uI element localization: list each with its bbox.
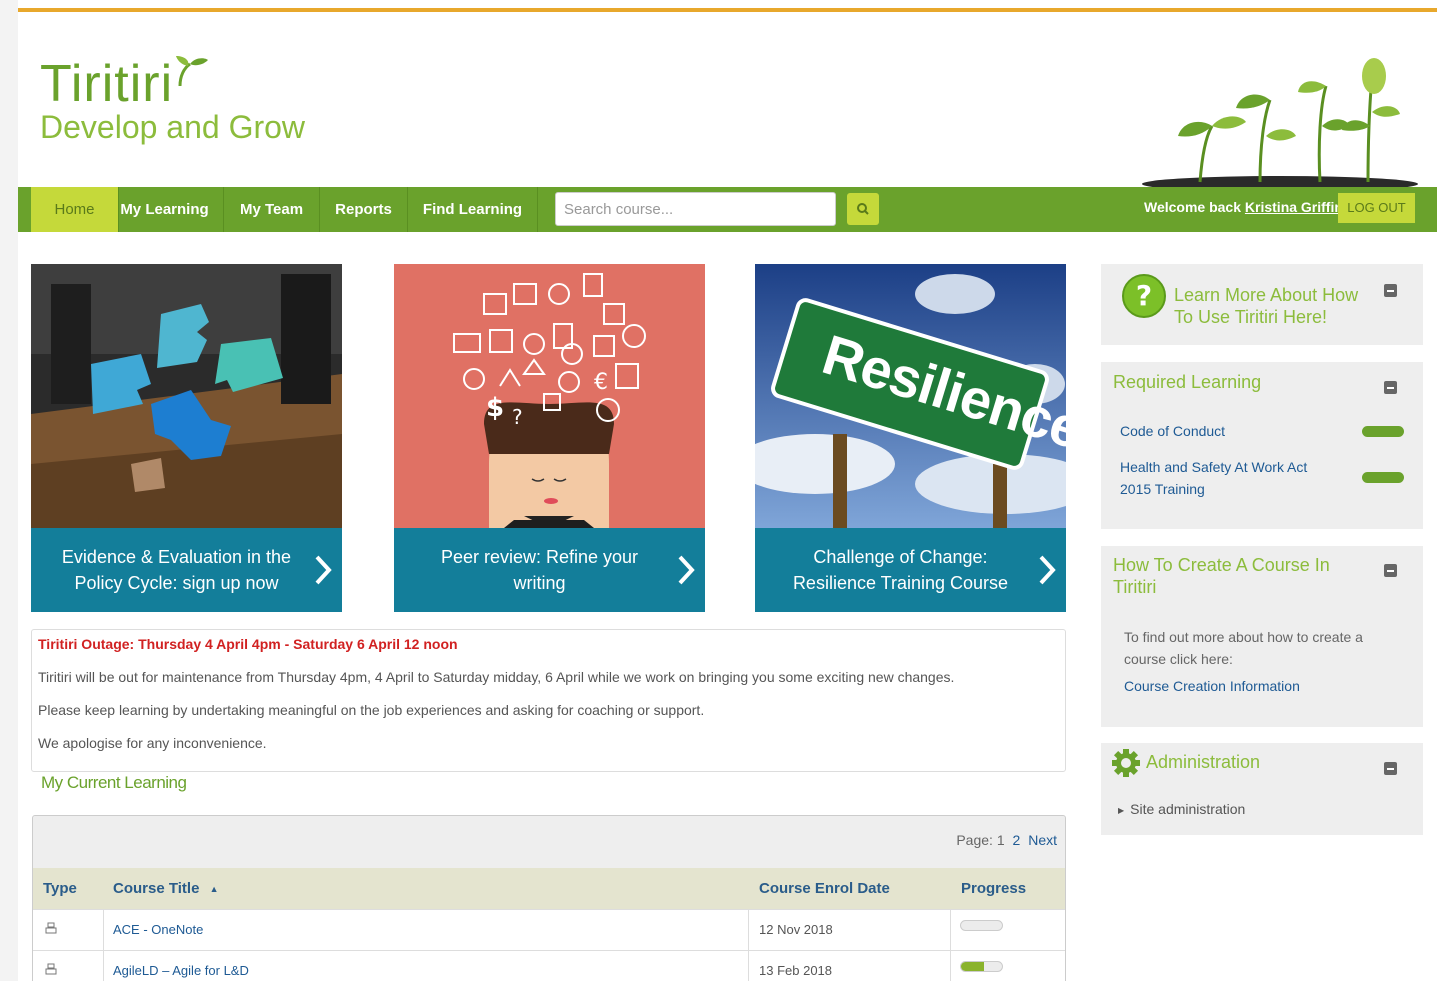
progress-bar — [960, 961, 1003, 972]
notice-line: We apologise for any inconvenience. — [38, 735, 267, 751]
site-administration-item[interactable]: ▶ Site administration — [1118, 801, 1245, 817]
block-title: Required Learning — [1113, 372, 1262, 392]
welcome-prefix: Welcome back — [1144, 199, 1242, 215]
completion-bar — [1362, 426, 1404, 437]
search-button[interactable] — [847, 193, 879, 225]
tile-caption[interactable]: Peer review: Refine your writing — [394, 528, 705, 612]
main-navbar: Home My Learning My Team Reports Find Le… — [18, 187, 1437, 232]
help-block: ? Learn More About How To Use Tiritiri H… — [1101, 264, 1423, 345]
tile-caption-text: Challenge of Change: Resilience Training… — [792, 547, 1009, 593]
course-icon — [45, 910, 57, 950]
required-course-link[interactable]: Code of Conduct — [1120, 420, 1225, 442]
featured-tile-resilience[interactable]: Resilience Challenge of Change: Resilien… — [755, 264, 1089, 612]
search-icon — [857, 203, 869, 215]
svg-text:$: $ — [486, 393, 504, 423]
site-administration-label: Site administration — [1130, 801, 1246, 817]
column-type[interactable]: Type — [43, 868, 77, 909]
gear-icon — [1112, 749, 1140, 777]
svg-text:€: € — [594, 370, 608, 395]
collapse-icon[interactable] — [1384, 762, 1397, 775]
resilience-sign-image: Resilience — [755, 264, 1089, 528]
next-page-link[interactable]: Next — [1028, 832, 1057, 848]
puzzle-image — [31, 264, 342, 528]
current-learning-heading: My Current Learning — [41, 773, 187, 792]
column-enrol-date[interactable]: Course Enrol Date — [759, 868, 890, 909]
column-divider — [748, 910, 749, 950]
progress-fill — [961, 962, 984, 971]
user-profile-link[interactable]: Kristina Griffin — [1245, 199, 1343, 215]
pagination: Page: 1 2 Next — [956, 832, 1057, 848]
course-title-link[interactable]: AgileLD – Agile for L&D — [113, 951, 249, 981]
collapse-icon[interactable] — [1384, 564, 1397, 577]
svg-text:?: ? — [512, 405, 523, 429]
logo-subtitle: Develop and Grow — [40, 109, 306, 145]
course-title-link[interactable]: ACE - OneNote — [113, 910, 203, 950]
page-label: Page: — [956, 832, 993, 848]
help-link[interactable]: Learn More About How To Use Tiritiri Her… — [1174, 284, 1374, 328]
tile-caption[interactable]: Challenge of Change: Resilience Training… — [755, 528, 1066, 612]
block-title: How To Create A Course In Tiritiri — [1113, 555, 1330, 597]
column-divider — [103, 910, 104, 950]
block-title: Administration — [1146, 752, 1261, 772]
collapse-icon[interactable] — [1384, 284, 1397, 297]
column-divider — [748, 951, 749, 981]
left-edge — [0, 0, 18, 981]
welcome-message: Welcome back Kristina Griffin — [1144, 187, 1343, 227]
current-learning-table: Page: 1 2 Next Type Course Title ▲ Cours… — [32, 815, 1066, 981]
progress-bar — [960, 920, 1003, 931]
question-icon: ? — [1122, 274, 1166, 318]
nav-my-team[interactable]: My Team — [224, 187, 320, 232]
nav-reports[interactable]: Reports — [320, 187, 408, 232]
page-2-link[interactable]: 2 — [1013, 832, 1021, 848]
tile-caption-text: Evidence & Evaluation in the Policy Cycl… — [61, 547, 292, 593]
tile-caption[interactable]: Evidence & Evaluation in the Policy Cycl… — [31, 528, 342, 612]
column-progress[interactable]: Progress — [961, 868, 1026, 909]
table-row: AgileLD – Agile for L&D 13 Feb 2018 — [33, 950, 1065, 981]
column-divider — [103, 951, 104, 981]
logout-button[interactable]: LOG OUT — [1338, 193, 1415, 223]
head-icons-image: $ ? € — [394, 264, 705, 528]
outage-notice: Tiritiri Outage: Thursday 4 April 4pm - … — [31, 629, 1066, 772]
how-to-text: To find out more about how to create a c… — [1124, 629, 1363, 667]
caret-right-icon: ▶ — [1118, 805, 1125, 815]
site-logo[interactable]: Tiritiri Develop and Grow — [40, 55, 306, 145]
column-divider — [950, 951, 951, 981]
search-input[interactable] — [555, 192, 836, 226]
featured-tile-peer-review[interactable]: $ ? € Peer review: Refine your writing — [394, 264, 705, 612]
chevron-right-icon — [678, 555, 695, 585]
required-learning-block: Required Learning Code of Conduct Health… — [1101, 362, 1423, 529]
seedlings-illustration — [1142, 58, 1418, 190]
course-creation-link[interactable]: Course Creation Information — [1124, 678, 1300, 694]
table-header: Type Course Title ▲ Course Enrol Date Pr… — [33, 868, 1065, 909]
administration-block: Administration ▶ Site administration — [1101, 743, 1423, 835]
column-course-title-label: Course Title — [113, 880, 200, 897]
column-course-title[interactable]: Course Title ▲ — [113, 868, 219, 909]
how-to-block: How To Create A Course In Tiritiri To fi… — [1101, 546, 1423, 727]
enrol-date: 13 Feb 2018 — [759, 963, 833, 978]
sort-asc-icon: ▲ — [209, 883, 219, 894]
collapse-icon[interactable] — [1384, 381, 1397, 394]
completion-bar — [1362, 472, 1404, 483]
chevron-right-icon — [315, 555, 332, 585]
page-current: 1 — [996, 832, 1005, 848]
enrol-date: 12 Nov 2018 — [759, 922, 833, 937]
notice-title: Tiritiri Outage: Thursday 4 April 4pm - … — [38, 636, 458, 652]
notice-line: Please keep learning by undertaking mean… — [38, 702, 705, 718]
column-divider — [950, 910, 951, 950]
svg-text:?: ? — [1136, 279, 1152, 312]
top-accent-rule — [18, 8, 1437, 12]
course-icon — [45, 951, 57, 981]
tile-caption-text: Peer review: Refine your writing — [440, 547, 639, 593]
nav-find-learning[interactable]: Find Learning — [408, 187, 538, 232]
table-row: ACE - OneNote 12 Nov 2018 — [33, 909, 1065, 950]
featured-tile-evidence[interactable]: Evidence & Evaluation in the Policy Cycl… — [31, 264, 342, 612]
logo-title: Tiritiri — [40, 55, 174, 113]
notice-line: Tiritiri will be out for maintenance fro… — [38, 669, 955, 685]
chevron-right-icon — [1039, 555, 1056, 585]
nav-my-learning[interactable]: My Learning — [106, 187, 224, 232]
sprout-icon — [176, 56, 208, 87]
required-course-link[interactable]: Health and Safety At Work Act 2015 Train… — [1120, 456, 1340, 500]
